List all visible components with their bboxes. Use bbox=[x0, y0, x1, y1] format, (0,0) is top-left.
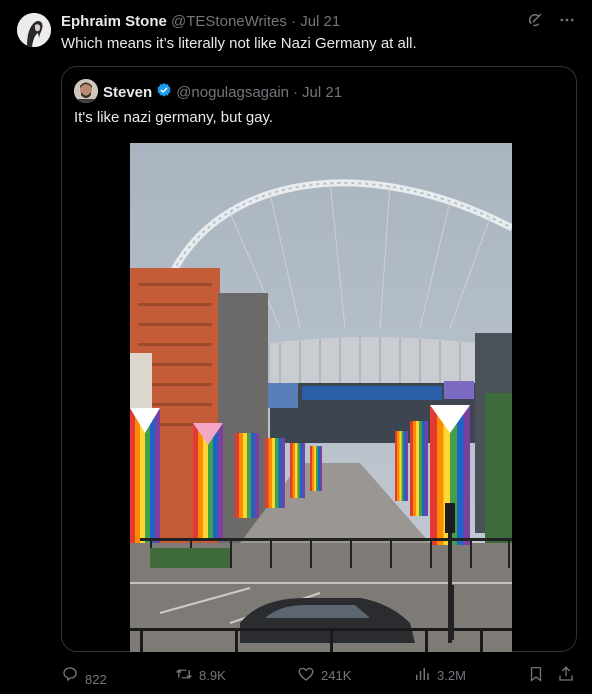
views-icon bbox=[413, 665, 431, 686]
tweet-text: Which means it’s literally not like Nazi… bbox=[61, 35, 417, 52]
grok-icon[interactable] bbox=[526, 11, 544, 34]
action-bar: 822 8.9K 241K 3.2M bbox=[61, 665, 576, 687]
verified-badge-icon bbox=[156, 82, 172, 102]
author-handle[interactable]: @TEStoneWrites bbox=[171, 13, 287, 30]
bookmark-button[interactable] bbox=[527, 665, 545, 686]
views-button[interactable]: 3.2M bbox=[413, 665, 466, 686]
like-button[interactable]: 241K bbox=[297, 665, 351, 686]
quoted-avatar-image bbox=[74, 79, 98, 103]
more-icon[interactable] bbox=[558, 11, 576, 34]
quoted-author-handle[interactable]: @nogulagsagain bbox=[176, 84, 289, 101]
share-icon bbox=[557, 665, 575, 686]
quoted-text: It's like nazi germany, but gay. bbox=[74, 109, 274, 126]
quoted-separator: · bbox=[293, 83, 299, 101]
like-count: 241K bbox=[321, 668, 352, 683]
repost-button[interactable]: 8.9K bbox=[175, 665, 226, 686]
bookmark-icon bbox=[527, 665, 545, 686]
quoted-tweet[interactable]: Steven @nogulagsagain · Jul 21 It's like… bbox=[61, 66, 577, 652]
quoted-author-name[interactable]: Steven bbox=[103, 84, 152, 101]
reply-icon bbox=[61, 665, 79, 686]
reply-button[interactable]: 822 bbox=[61, 665, 107, 687]
stadium-photo[interactable] bbox=[130, 143, 512, 652]
view-count: 3.2M bbox=[437, 668, 466, 683]
repost-icon bbox=[175, 665, 193, 686]
repost-count: 8.9K bbox=[199, 668, 226, 683]
header-actions bbox=[526, 11, 576, 34]
like-icon bbox=[297, 665, 315, 686]
share-button[interactable] bbox=[557, 665, 575, 686]
tweet-date[interactable]: Jul 21 bbox=[300, 13, 340, 30]
reply-count: 822 bbox=[85, 672, 107, 687]
author-avatar-image bbox=[17, 13, 51, 47]
stadium-photo-image bbox=[130, 143, 512, 652]
quoted-header: Steven @nogulagsagain · Jul 21 bbox=[103, 82, 342, 102]
quoted-date[interactable]: Jul 21 bbox=[302, 84, 342, 101]
header-separator: · bbox=[291, 13, 297, 30]
author-name[interactable]: Ephraim Stone bbox=[61, 13, 167, 30]
quoted-author-avatar[interactable] bbox=[74, 79, 98, 103]
author-avatar[interactable] bbox=[17, 13, 51, 47]
tweet-header: Ephraim Stone @TEStoneWrites · Jul 21 bbox=[61, 13, 572, 33]
